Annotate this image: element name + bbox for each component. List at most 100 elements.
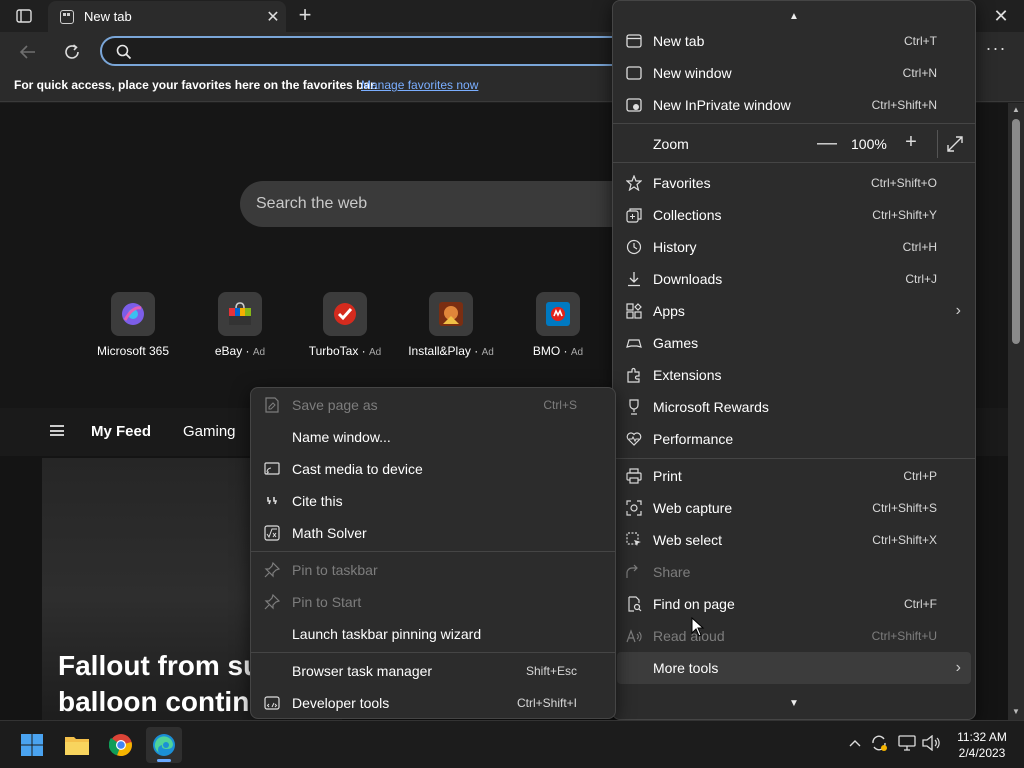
- menu-item-print[interactable]: Print Ctrl+P: [613, 460, 975, 492]
- fullscreen-icon[interactable]: [945, 134, 965, 154]
- menu-separator: [613, 123, 975, 124]
- menu-item-label: Favorites: [653, 175, 711, 191]
- menu-item-history[interactable]: History Ctrl+H: [613, 231, 975, 263]
- menu-item-microsoft-rewards[interactable]: Microsoft Rewards: [613, 391, 975, 423]
- back-button[interactable]: [14, 38, 42, 66]
- submenu-item-shortcut: Ctrl+S: [543, 398, 577, 412]
- taskbar-file-explorer[interactable]: [59, 727, 95, 763]
- submenu-item-developer-tools[interactable]: Developer tools Ctrl+Shift+I: [251, 687, 615, 719]
- new-tab-plus-button[interactable]: +: [292, 4, 318, 28]
- zoom-divider: [937, 130, 938, 158]
- show-hidden-icons-button[interactable]: [845, 733, 865, 753]
- submenu-item-cast-media[interactable]: Cast media to device: [251, 453, 615, 485]
- tab-actions-icon: [16, 9, 32, 23]
- zoom-in-button[interactable]: +: [901, 131, 921, 154]
- quick-link-bmo[interactable]: BMO · Ad: [503, 292, 613, 358]
- tab-actions-button[interactable]: [8, 4, 40, 28]
- tab-my-feed[interactable]: My Feed: [91, 423, 151, 440]
- quick-link-label: Install&Play: [408, 344, 471, 358]
- menu-item-read-aloud[interactable]: Read aloud Ctrl+Shift+U: [613, 620, 975, 652]
- scroll-up-icon[interactable]: ▲: [1011, 105, 1021, 114]
- quick-link-ebay[interactable]: eBay · Ad: [185, 292, 295, 358]
- page-scrollbar[interactable]: ▲ ▼: [1008, 103, 1024, 720]
- pin-icon: [263, 593, 281, 611]
- menu-item-new-tab[interactable]: New tab Ctrl+T: [613, 25, 975, 57]
- menu-item-extensions[interactable]: Extensions: [613, 359, 975, 391]
- quick-link-turbotax[interactable]: TurboTax · Ad: [290, 292, 400, 358]
- menu-item-label: Apps: [653, 303, 685, 319]
- menu-item-label: History: [653, 239, 697, 255]
- quick-link-microsoft-365[interactable]: Microsoft 365: [78, 292, 188, 358]
- pin-icon: [263, 561, 281, 579]
- address-bar-input[interactable]: [100, 36, 660, 66]
- close-tab-icon[interactable]: ✕: [260, 4, 286, 30]
- manage-favorites-link[interactable]: Manage favorites now: [361, 78, 478, 92]
- menu-item-favorites[interactable]: Favorites Ctrl+Shift+O: [613, 167, 975, 199]
- submenu-item-pinning-wizard[interactable]: Launch taskbar pinning wizard: [251, 618, 615, 650]
- submenu-item-save-page-as[interactable]: Save page as Ctrl+S: [251, 389, 615, 421]
- menu-item-web-capture[interactable]: Web capture Ctrl+Shift+S: [613, 492, 975, 524]
- submenu-item-label: Launch taskbar pinning wizard: [292, 626, 482, 642]
- menu-item-label: Games: [653, 335, 699, 351]
- read-aloud-icon: [625, 627, 643, 645]
- submenu-item-browser-task-manager[interactable]: Browser task manager Shift+Esc: [251, 655, 615, 687]
- settings-and-more-menu: ▲ New tab Ctrl+T New window Ctrl+N New I…: [612, 0, 976, 720]
- quick-link-install-play[interactable]: Install&Play · Ad: [396, 292, 506, 358]
- menu-item-label: Share: [653, 564, 691, 580]
- menu-item-new-window[interactable]: New window Ctrl+N: [613, 57, 975, 89]
- tab-gaming[interactable]: Gaming: [183, 423, 236, 440]
- clock[interactable]: 11:32 AM 2/4/2023: [952, 729, 1012, 761]
- menu-item-new-inprivate-window[interactable]: New InPrivate window Ctrl+Shift+N: [613, 89, 975, 121]
- hamburger-menu-icon[interactable]: [50, 425, 64, 436]
- menu-item-downloads[interactable]: Downloads Ctrl+J: [613, 263, 975, 295]
- search-icon: [116, 44, 132, 60]
- submenu-item-math-solver[interactable]: Math Solver: [251, 517, 615, 549]
- volume-button[interactable]: [921, 733, 941, 753]
- refresh-button[interactable]: [58, 38, 86, 66]
- ad-label: Ad: [481, 347, 494, 358]
- chevron-right-icon: ›: [955, 302, 961, 319]
- web-search-box[interactable]: Search the web: [240, 181, 640, 227]
- turbotax-icon: [323, 292, 367, 336]
- menu-item-share[interactable]: Share: [613, 556, 975, 588]
- ebay-icon: [218, 292, 262, 336]
- menu-item-shortcut: Ctrl+Shift+Y: [872, 208, 937, 222]
- menu-item-apps[interactable]: Apps ›: [613, 295, 975, 327]
- math-solver-icon: [263, 524, 281, 542]
- sync-status-button[interactable]: [869, 733, 889, 753]
- download-icon: [625, 270, 643, 288]
- clock-time: 11:32 AM: [957, 730, 1007, 744]
- menu-scroll-down-icon[interactable]: ▼: [788, 698, 800, 710]
- quote-icon: [263, 492, 281, 510]
- tab-new-tab[interactable]: New tab ✕: [48, 1, 286, 32]
- menu-item-shortcut: Ctrl+Shift+N: [871, 98, 937, 112]
- menu-item-shortcut: Ctrl+T: [904, 34, 937, 48]
- menu-item-more-tools[interactable]: More tools ›: [617, 652, 971, 684]
- menu-item-games[interactable]: Games: [613, 327, 975, 359]
- scrollbar-thumb[interactable]: [1012, 119, 1020, 344]
- network-button[interactable]: [897, 733, 917, 753]
- inprivate-icon: [625, 96, 643, 114]
- submenu-item-cite-this[interactable]: Cite this: [251, 485, 615, 517]
- zoom-out-button[interactable]: —: [817, 132, 837, 155]
- menu-item-shortcut: Ctrl+Shift+U: [871, 629, 937, 643]
- new-tab-page-icon: [60, 9, 74, 24]
- submenu-item-label: Save page as: [292, 397, 378, 413]
- menu-item-performance[interactable]: Performance: [613, 423, 975, 455]
- menu-item-zoom: Zoom — 100% +: [613, 128, 975, 160]
- taskbar-chrome[interactable]: [103, 727, 139, 763]
- submenu-item-pin-to-taskbar[interactable]: Pin to taskbar: [251, 554, 615, 586]
- settings-and-more-button[interactable]: ···: [982, 38, 1010, 62]
- submenu-item-pin-to-start[interactable]: Pin to Start: [251, 586, 615, 618]
- menu-item-find-on-page[interactable]: Find on page Ctrl+F: [613, 588, 975, 620]
- menu-scroll-up-icon[interactable]: ▲: [788, 11, 800, 23]
- history-clock-icon: [625, 238, 643, 256]
- submenu-item-name-window[interactable]: Name window...: [251, 421, 615, 453]
- menu-item-collections[interactable]: Collections Ctrl+Shift+Y: [613, 199, 975, 231]
- start-button[interactable]: [14, 727, 50, 763]
- more-tools-icon: [625, 659, 643, 677]
- taskbar-edge[interactable]: [146, 727, 182, 763]
- menu-item-web-select[interactable]: Web select Ctrl+Shift+X: [613, 524, 975, 556]
- window-close-button[interactable]: ✕: [984, 2, 1018, 30]
- scroll-down-icon[interactable]: ▼: [1011, 707, 1021, 716]
